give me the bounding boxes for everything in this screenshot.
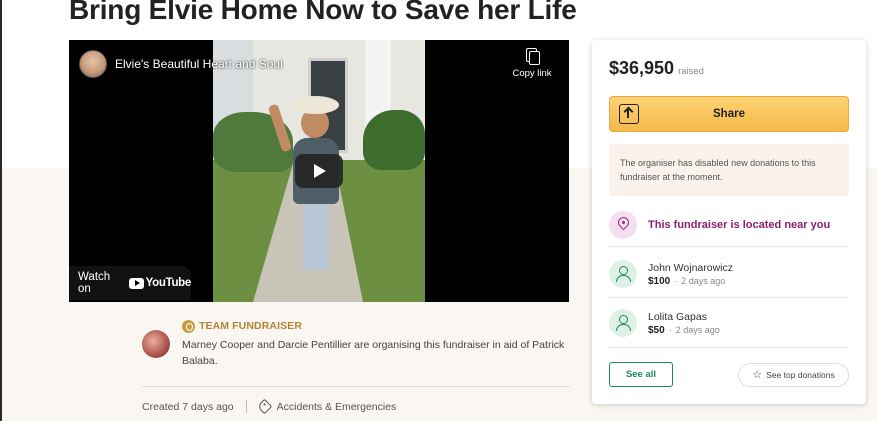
raised-amount: $36,950 <box>609 58 675 78</box>
see-top-donations-button[interactable]: ☆ See top donations <box>738 363 849 387</box>
donation-time: 2 days ago <box>675 324 720 335</box>
team-fundraiser-label: TEAM FUNDRAISER <box>199 320 302 332</box>
share-button[interactable]: Share <box>609 96 849 132</box>
youtube-wordmark: YouTube <box>145 277 192 289</box>
see-top-label: See top donations <box>766 370 835 380</box>
divider <box>609 347 849 348</box>
window-edge <box>0 0 2 421</box>
donor-name: Lolita Gapas <box>648 310 707 323</box>
divider <box>142 386 570 387</box>
location-notice: This fundraiser is located near you <box>609 206 849 244</box>
page-title: Bring Elvie Home Now to Save her Life <box>69 0 577 25</box>
share-label: Share <box>713 108 745 120</box>
donations-disabled-notice: The organiser has disabled new donations… <box>609 144 849 196</box>
meta-separator <box>245 400 247 413</box>
divider <box>609 246 849 247</box>
donation-amount: $50 <box>648 324 665 336</box>
donation-amount: $100 <box>648 275 671 287</box>
video-player[interactable]: Elvie's Beautiful Heart and Soul Copy li… <box>69 40 569 302</box>
team-icon <box>182 319 195 333</box>
video-channel-header[interactable]: Elvie's Beautiful Heart and Soul <box>79 50 283 78</box>
category-link[interactable]: Accidents & Emergencies <box>277 401 397 413</box>
donation-time: 2 days ago <box>681 275 726 286</box>
video-title[interactable]: Elvie's Beautiful Heart and Soul <box>115 57 283 71</box>
donation-item: Lolita Gapas $50 · 2 days ago <box>609 305 849 341</box>
organiser-description: Marney Cooper and Darcie Pentillier are … <box>182 339 565 367</box>
watch-on-label: Watch on <box>78 271 111 295</box>
copy-link-label: Copy link <box>512 68 552 79</box>
fundraiser-meta: Created 7 days ago Accidents & Emergenci… <box>142 398 397 415</box>
organiser-avatar[interactable] <box>142 330 170 358</box>
star-icon: ☆ <box>752 368 763 381</box>
share-icon <box>619 104 639 124</box>
divider <box>609 297 849 298</box>
donation-item: John Wojnarowicz $100 · 2 days ago <box>609 256 849 292</box>
play-icon[interactable] <box>295 154 343 188</box>
created-date: Created 7 days ago <box>142 400 234 413</box>
donation-sidebar-card: $36,950 raised Share The organiser has d… <box>592 40 866 404</box>
youtube-logo-icon <box>129 277 144 289</box>
donor-icon <box>609 260 637 288</box>
tag-icon <box>256 398 272 415</box>
amount-raised: $36,950 raised <box>609 58 704 79</box>
see-all-button[interactable]: See all <box>609 362 673 387</box>
donor-icon <box>609 309 637 337</box>
location-pin-icon <box>609 211 637 239</box>
channel-avatar[interactable] <box>79 50 107 78</box>
location-text: This fundraiser is located near you <box>648 219 831 231</box>
copy-icon <box>524 48 540 66</box>
copy-link-button[interactable]: Copy link <box>509 48 555 79</box>
raised-label: raised <box>678 66 704 77</box>
watch-on-youtube-button[interactable]: Watch on YouTube <box>69 266 191 300</box>
donor-name: John Wojnarowicz <box>648 261 734 274</box>
